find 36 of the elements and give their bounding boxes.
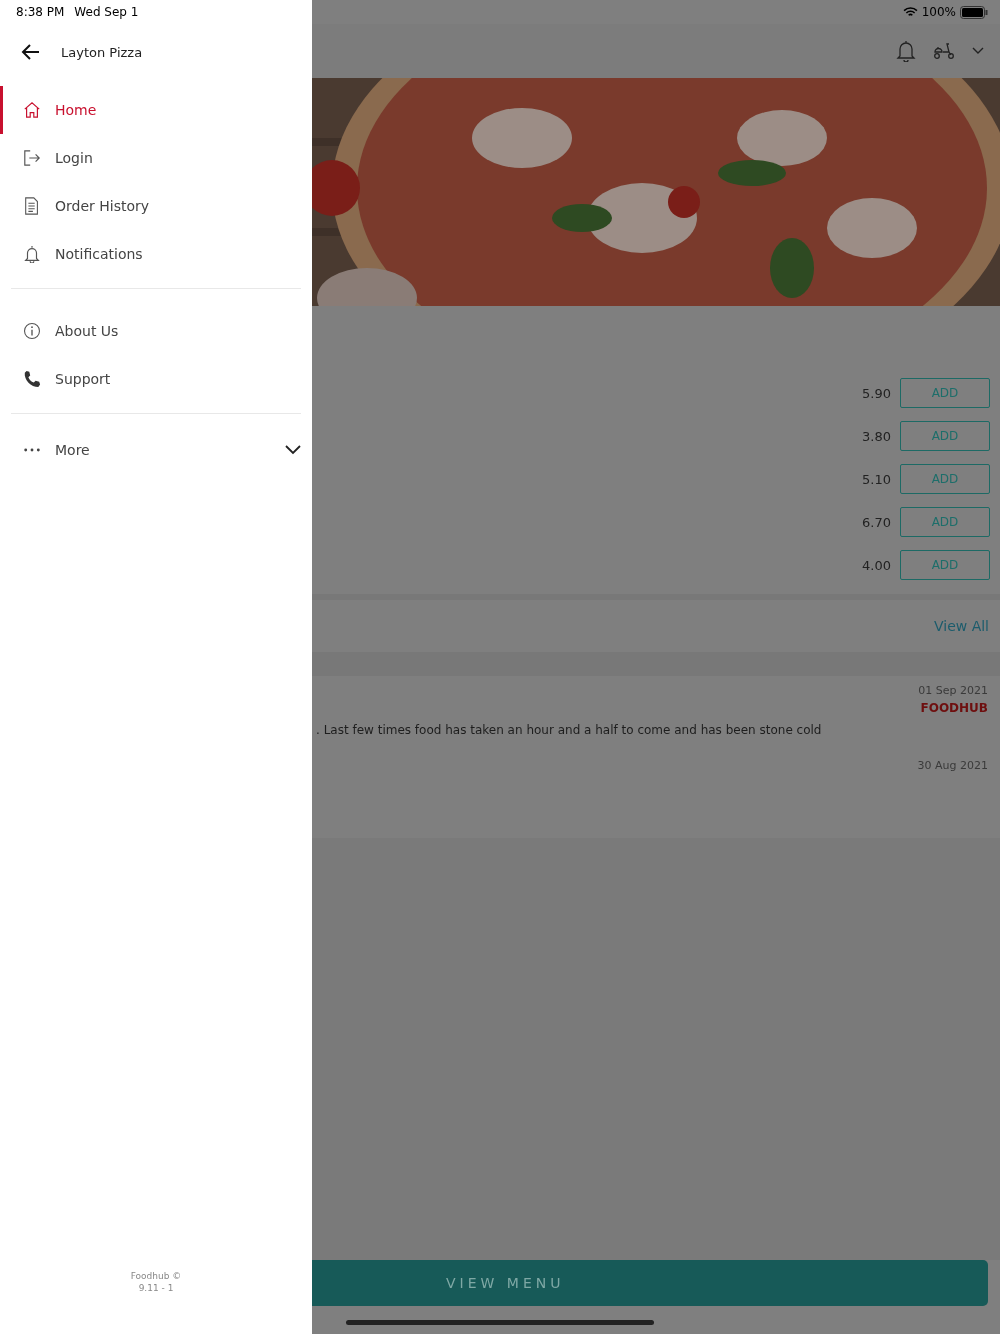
login-icon: [23, 149, 41, 167]
menu-item[interactable]: Support: [0, 355, 312, 403]
review-date: 30 Aug 2021: [917, 759, 988, 772]
phone-icon: [23, 370, 41, 388]
chevron-icon[interactable]: [972, 47, 984, 55]
source-logo: FOODHUB: [920, 701, 988, 715]
document-icon: [23, 197, 41, 215]
more-menu[interactable]: More: [0, 426, 312, 474]
bell-icon[interactable]: [896, 40, 916, 62]
footer-text: Foodhub ©: [130, 1270, 182, 1282]
scooter-icon[interactable]: [932, 42, 956, 60]
price: 4.00: [862, 557, 891, 573]
price: 5.10: [862, 471, 891, 487]
back-arrow-icon[interactable]: [21, 42, 41, 62]
bell-icon: [23, 245, 41, 263]
status-time: 8:38 PM: [16, 5, 65, 19]
view-menu-button[interactable]: VIEW MENU: [312, 1260, 988, 1306]
price: 6.70: [862, 514, 891, 530]
battery-percent: 100%: [921, 5, 956, 19]
menu-item[interactable]: About Us: [0, 307, 312, 355]
home-icon: [23, 101, 41, 119]
review-text: . Last few times food has taken an hour and a half to come and has been stone cold: [316, 723, 822, 737]
battery-icon: [960, 5, 988, 19]
menu-item[interactable]: Notifications: [0, 230, 312, 278]
menu-item[interactable]: Login: [0, 134, 312, 182]
price: 5.90: [862, 385, 891, 401]
chevron-icon: [285, 445, 301, 455]
price: 3.80: [862, 428, 891, 444]
info-icon: [23, 322, 41, 340]
wifi-icon: [902, 6, 918, 18]
menu-item[interactable]: Order History: [0, 182, 312, 230]
dots-icon: [23, 447, 41, 453]
review-date: 01 Sep 2021: [918, 684, 988, 697]
footer-text: 9.11 - 1: [138, 1282, 174, 1294]
status-date: Wed Sep 1: [74, 5, 139, 19]
restaurant-name: Layton Pizza: [61, 44, 143, 60]
